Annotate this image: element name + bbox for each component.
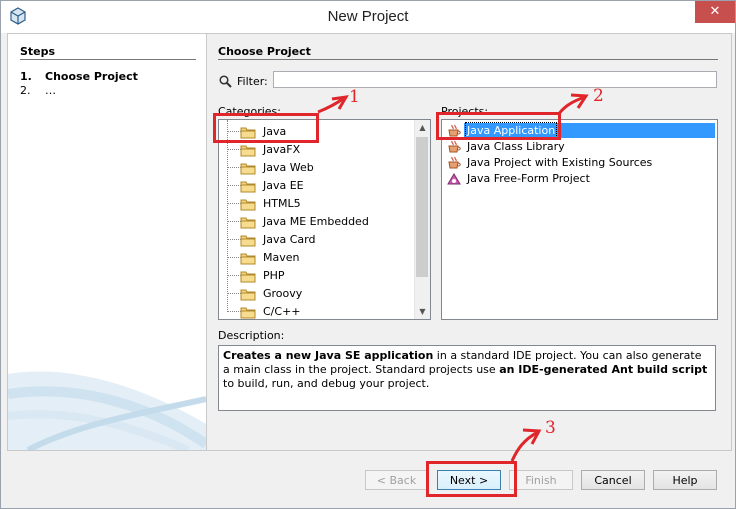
project-label: Java Project with Existing Sources — [467, 156, 653, 169]
help-button[interactable]: Help — [653, 470, 717, 490]
category-label: HTML5 — [263, 197, 301, 210]
project-label: Java Free-Form Project — [467, 172, 590, 185]
title-bar: New Project ✕ — [1, 1, 735, 33]
scroll-up-icon[interactable]: ▲ — [415, 120, 430, 135]
categories-scrollbar[interactable]: ▲ ▼ — [414, 120, 430, 319]
folder-icon — [240, 253, 256, 265]
folder-icon — [240, 217, 256, 229]
category-label: C/C++ — [263, 305, 301, 318]
tree-connector — [227, 239, 241, 240]
description-text-2: to build, run, and debug your project. — [223, 377, 430, 390]
main-panel: Choose Project Filter: Categories: Proje… — [207, 34, 731, 450]
folder-icon — [240, 307, 256, 319]
description-bold-1: Creates a new Java SE application — [223, 349, 434, 362]
tree-connector — [227, 293, 241, 294]
category-label: Java Web — [263, 161, 314, 174]
tree-connector — [227, 185, 241, 186]
folder-icon — [240, 145, 256, 157]
folder-icon — [240, 289, 256, 301]
free-form-project-icon — [447, 173, 461, 185]
java-coffee-cup-icon — [448, 140, 461, 153]
category-label: Java ME Embedded — [263, 215, 369, 228]
finish-button[interactable]: Finish — [509, 470, 573, 490]
projects-list[interactable]: Java Application Java Class Library Java P… — [441, 119, 718, 320]
tree-connector — [227, 275, 241, 276]
project-label: Java Class Library — [467, 140, 565, 153]
folder-icon — [240, 181, 256, 193]
dialog-body: Steps 1. Choose Project 2. … Choose Projec… — [7, 33, 732, 451]
category-label: Java EE — [263, 179, 304, 192]
back-button[interactable]: < Back — [365, 470, 428, 490]
category-label: Groovy — [263, 287, 303, 300]
folder-icon — [240, 199, 256, 211]
tree-connector — [227, 221, 241, 222]
tree-connector — [227, 257, 241, 258]
filter-input[interactable] — [273, 71, 717, 88]
steps-divider — [20, 59, 196, 60]
steps-panel: Steps 1. Choose Project 2. … — [8, 34, 207, 450]
annotation-box-next — [426, 461, 517, 497]
decorative-swoosh — [8, 371, 206, 450]
scroll-thumb[interactable] — [416, 137, 428, 277]
step-number: 1. — [20, 70, 32, 83]
cancel-button[interactable]: Cancel — [581, 470, 645, 490]
close-button[interactable]: ✕ — [695, 1, 735, 23]
new-project-window: New Project ✕ Steps 1. Choose Project 2. …… — [0, 0, 736, 509]
step-1: 1. Choose Project — [20, 70, 138, 83]
folder-icon — [240, 271, 256, 283]
step-label: Choose Project — [45, 70, 138, 83]
tree-connector — [227, 149, 241, 150]
folder-icon — [240, 163, 256, 175]
tree-connector — [227, 167, 241, 168]
category-label: Maven — [263, 251, 300, 264]
search-icon — [219, 75, 232, 88]
annotation-number-3: 3 — [545, 418, 556, 438]
java-coffee-cup-icon — [448, 156, 461, 169]
annotation-box-java — [213, 113, 319, 143]
categories-tree[interactable]: Java JavaFX Java Web Java EE HTML5 Java ME Em… — [218, 119, 431, 320]
category-label: PHP — [263, 269, 285, 282]
category-label: JavaFX — [263, 143, 301, 156]
annotation-number-1: 1 — [349, 87, 360, 107]
description-label: Description: — [218, 329, 285, 342]
window-title: New Project — [327, 8, 409, 25]
tree-connector — [227, 203, 241, 204]
folder-icon — [240, 235, 256, 247]
tree-connector — [227, 311, 241, 312]
section-title: Choose Project — [218, 45, 311, 58]
filter-label: Filter: — [237, 75, 268, 88]
annotation-box-java-application — [436, 112, 561, 140]
scroll-down-icon[interactable]: ▼ — [415, 304, 430, 319]
annotation-number-2: 2 — [593, 86, 604, 106]
step-number: 2. — [20, 84, 31, 97]
section-divider — [218, 59, 718, 60]
step-2: 2. … — [20, 84, 56, 97]
steps-heading: Steps — [20, 45, 56, 58]
category-label: Java Card — [263, 233, 316, 246]
description-bold-2: an IDE-generated Ant build script — [499, 363, 708, 376]
description-box: Creates a new Java SE application in a s… — [218, 345, 716, 411]
step-label: … — [45, 84, 56, 97]
